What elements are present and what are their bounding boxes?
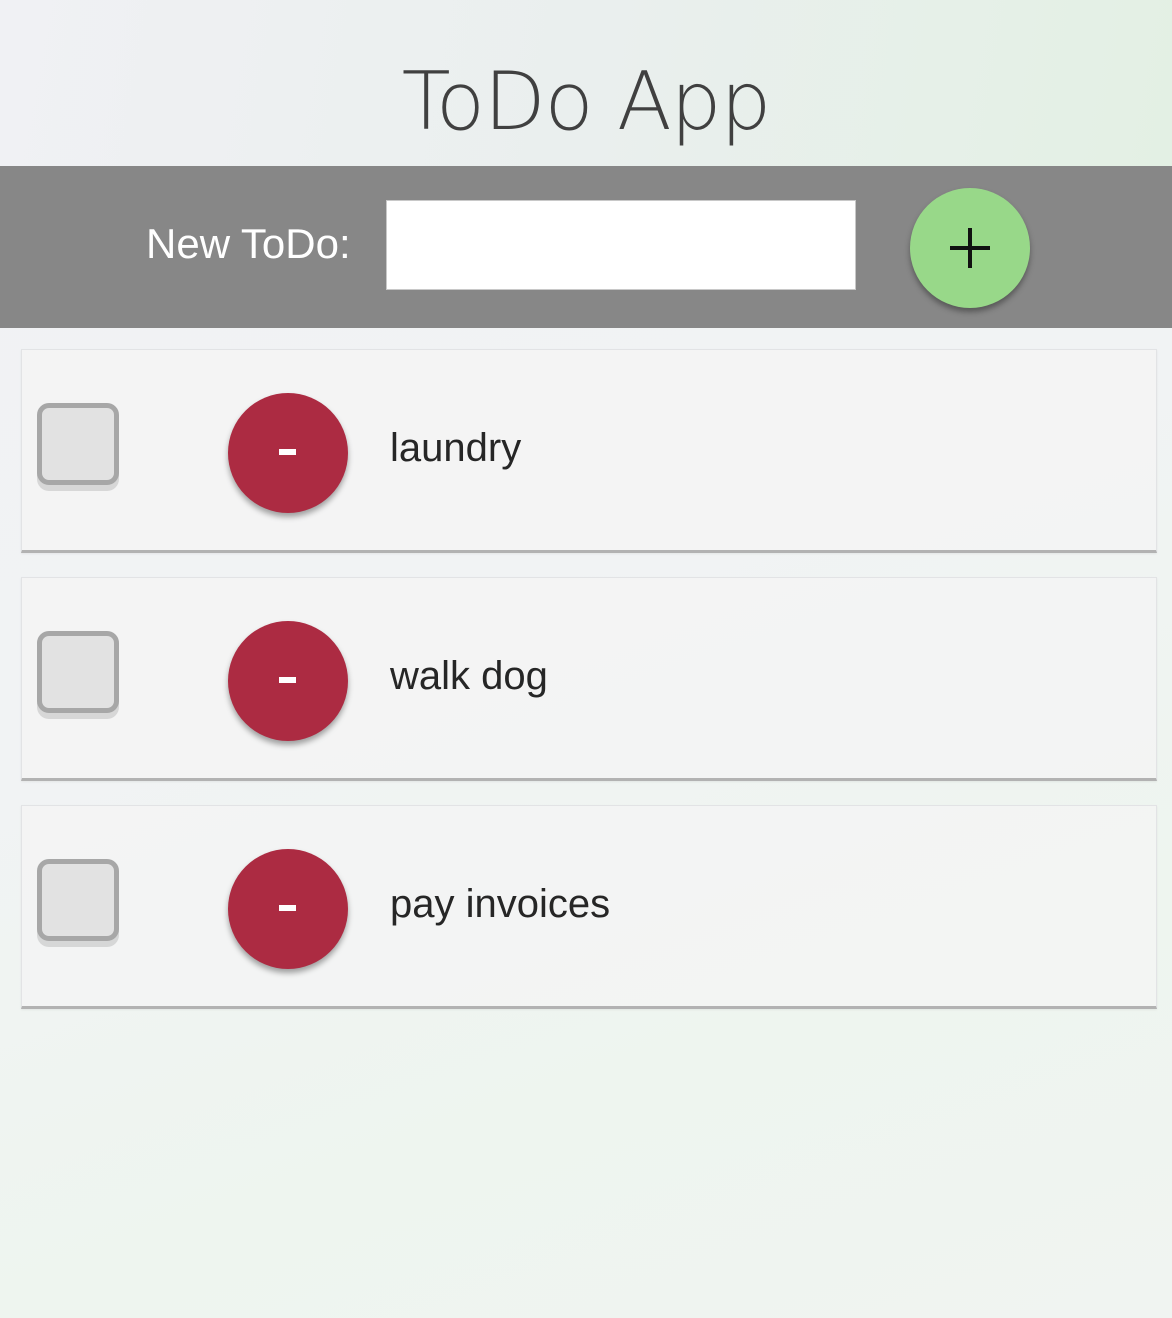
remove-todo-button[interactable]	[228, 393, 348, 513]
remove-todo-button[interactable]	[228, 849, 348, 969]
todo-checkbox[interactable]	[37, 859, 119, 941]
todo-text: pay invoices	[390, 882, 611, 926]
todo-checkbox[interactable]	[37, 631, 119, 713]
todo-item: pay invoices	[21, 805, 1157, 1009]
todo-item: walk dog	[21, 577, 1157, 781]
todo-list: laundry walk dog pay invoices	[21, 349, 1157, 1033]
todo-checkbox[interactable]	[37, 403, 119, 485]
new-todo-input[interactable]	[386, 200, 856, 290]
page-title: ToDo App	[401, 55, 771, 148]
todo-item: laundry	[21, 349, 1157, 553]
add-todo-button[interactable]	[910, 188, 1030, 308]
minus-icon	[279, 449, 296, 455]
plus-icon	[950, 228, 990, 268]
new-todo-label: New ToDo:	[146, 220, 351, 267]
todo-text: laundry	[390, 426, 522, 470]
remove-todo-button[interactable]	[228, 621, 348, 741]
todo-text: walk dog	[390, 654, 548, 698]
new-todo-bar: New ToDo:	[0, 166, 1172, 328]
minus-icon	[279, 677, 296, 683]
minus-icon	[279, 905, 296, 911]
